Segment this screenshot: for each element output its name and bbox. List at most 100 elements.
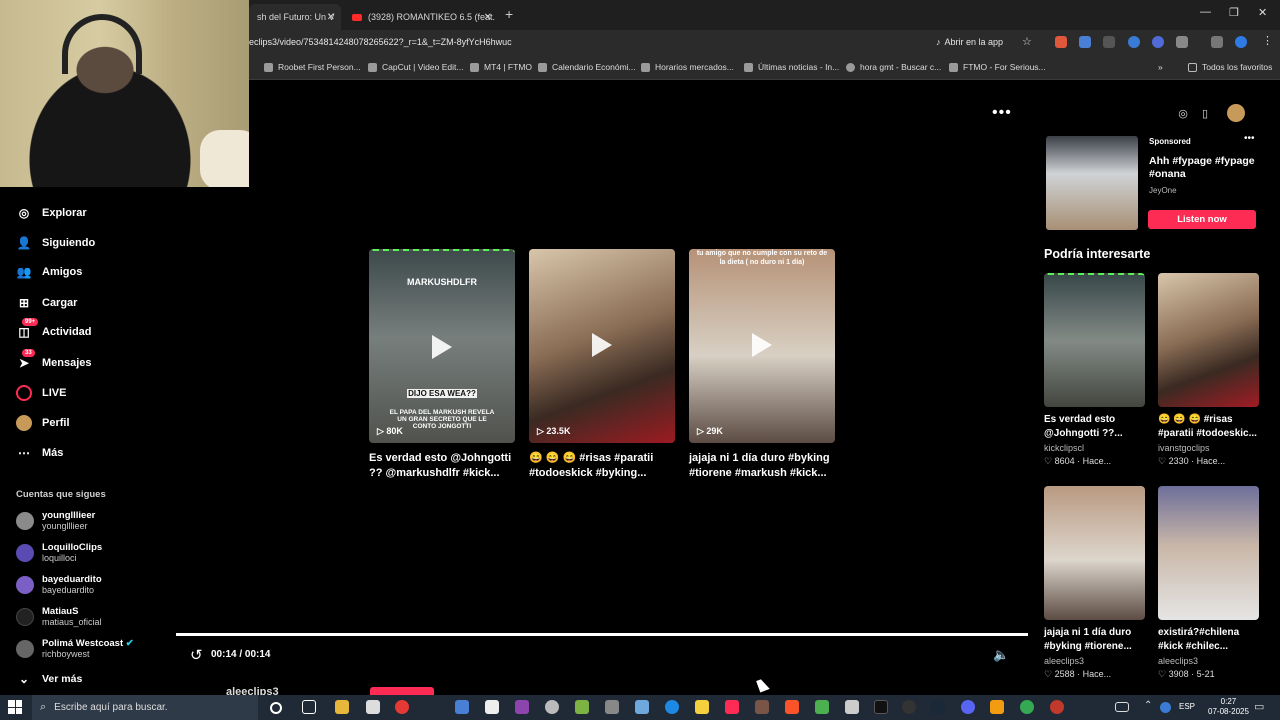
sidebar-item-amigos[interactable]: 👥 Amigos: [16, 264, 83, 280]
minecraft-icon[interactable]: [815, 700, 829, 714]
app-icon[interactable]: [755, 700, 769, 714]
followed-account[interactable]: Polimá Westcoast ✔ richboywest: [16, 638, 134, 660]
video-thumbnail[interactable]: [1158, 273, 1259, 407]
opera-icon[interactable]: [395, 700, 409, 714]
avatar[interactable]: [1227, 104, 1245, 122]
copilot-icon[interactable]: [455, 700, 469, 714]
sponsored-thumbnail[interactable]: [1046, 136, 1138, 230]
sidebar-item-explorar[interactable]: ◎ Explorar: [16, 205, 87, 221]
listen-now-button[interactable]: Listen now: [1148, 210, 1256, 229]
sticky-notes-icon[interactable]: [695, 700, 709, 714]
bookmark[interactable]: CapCut | Video Edit...: [368, 62, 463, 72]
video-caption[interactable]: 😄 😄 😄 #risas #paratii #todoeskick #bykin…: [529, 451, 679, 481]
app-icon[interactable]: [635, 700, 649, 714]
file-explorer-icon[interactable]: [335, 700, 349, 714]
video-thumbnail[interactable]: MARKUSHDLFR DIJO ESA WEA?? EL PAPA DEL M…: [369, 249, 515, 443]
video-author[interactable]: aleeclips3: [1044, 656, 1145, 666]
recommended-video[interactable]: Es verdad esto @Johngotti ??... kickclip…: [1044, 273, 1145, 467]
sidebar-item-cargar[interactable]: ⊞ Cargar: [16, 295, 78, 311]
video-card[interactable]: tu amigo que no cumple con su reto de la…: [689, 249, 835, 481]
video-card[interactable]: MARKUSHDLFR DIJO ESA WEA?? EL PAPA DEL M…: [369, 249, 515, 481]
notepad-icon[interactable]: [366, 700, 380, 714]
twitch-icon[interactable]: [515, 700, 529, 714]
chrome-icon[interactable]: [1020, 700, 1034, 714]
video-card[interactable]: ▷ 23.5K 😄 😄 😄 #risas #paratii #todoeskic…: [529, 249, 675, 481]
network-icon[interactable]: [1160, 702, 1171, 713]
url-field[interactable]: eclips3/video/7534814248078265622?_r=1&_…: [249, 37, 512, 47]
task-view-icon[interactable]: [302, 700, 316, 714]
video-author[interactable]: kickclipscl: [1044, 443, 1145, 453]
bookmark[interactable]: MT4 | FTMO: [470, 62, 532, 72]
notifications-icon[interactable]: ▭: [1254, 700, 1264, 713]
taskbar-search[interactable]: ⌕ Escribe aquí para buscar.: [32, 695, 258, 720]
phone-icon[interactable]: ▯: [1196, 104, 1214, 122]
translate-icon[interactable]: [1079, 36, 1091, 48]
steam-icon[interactable]: [931, 700, 945, 714]
app-icon[interactable]: [845, 700, 859, 714]
extension-icon[interactable]: [1152, 36, 1164, 48]
bookmark[interactable]: hora gmt - Buscar c...: [846, 62, 941, 72]
open-in-app-button[interactable]: ♪ Abrir en la app: [930, 34, 1009, 50]
more-options-icon[interactable]: •••: [992, 104, 1012, 122]
app-icon[interactable]: [1050, 700, 1064, 714]
video-caption[interactable]: Es verdad esto @Johngotti ??...: [1044, 413, 1145, 441]
app-icon[interactable]: [990, 700, 1004, 714]
extension-icon[interactable]: [1103, 36, 1115, 48]
video-caption[interactable]: Es verdad esto @Johngotti ?? @markushdlf…: [369, 451, 519, 481]
video-caption[interactable]: existirá?#chilena #kick #chilec...: [1158, 626, 1259, 654]
sidebar-item-live[interactable]: LIVE: [16, 385, 66, 401]
star-icon[interactable]: ☆: [1022, 35, 1032, 48]
windows-start-icon[interactable]: [8, 700, 22, 714]
bookmarks-overflow-icon[interactable]: »: [1158, 62, 1163, 72]
video-caption[interactable]: 😄 😄 😄 #risas #paratii #todoeskic...: [1158, 413, 1259, 441]
followed-account[interactable]: younglllieer younglllieer: [16, 510, 95, 532]
recommended-video[interactable]: jajaja ni 1 día duro #byking #tiorene...…: [1044, 486, 1145, 680]
clock[interactable]: 0:27 07-08-2025: [1208, 697, 1249, 717]
app-icon[interactable]: [575, 700, 589, 714]
all-favorites[interactable]: Todos los favoritos: [1188, 62, 1272, 72]
video-thumbnail[interactable]: ▷ 23.5K: [529, 249, 675, 443]
settings-icon[interactable]: [545, 700, 559, 714]
sponsored-title[interactable]: Ahh #fypage #fypage #onana: [1149, 155, 1259, 181]
compass-icon[interactable]: ◎: [1174, 104, 1192, 122]
document-icon[interactable]: [485, 700, 499, 714]
recommended-video[interactable]: existirá?#chilena #kick #chilec... aleec…: [1158, 486, 1259, 680]
browser-tab[interactable]: (3928) ROMANTIKEO 6.5 (feat. ✕: [344, 4, 498, 30]
recommended-video[interactable]: 😄 😄 😄 #risas #paratii #todoeskic... ivan…: [1158, 273, 1259, 467]
app-icon[interactable]: [665, 700, 679, 714]
followed-account[interactable]: LoquilloClips loquilloci: [16, 542, 102, 564]
bookmark[interactable]: Horarios mercados...: [641, 62, 734, 72]
tiktok-icon[interactable]: [874, 700, 888, 714]
video-author[interactable]: ivanstgoclips: [1158, 443, 1259, 453]
app-icon[interactable]: [605, 700, 619, 714]
new-tab-button[interactable]: +: [505, 6, 513, 22]
cortana-icon[interactable]: [270, 702, 282, 714]
sidebar-item-perfil[interactable]: Perfil: [16, 415, 70, 431]
video-thumbnail[interactable]: [1158, 486, 1259, 620]
video-thumbnail[interactable]: tu amigo que no cumple con su reto de la…: [689, 249, 835, 443]
volume-icon[interactable]: 🔈: [993, 647, 1009, 663]
bookmark[interactable]: Últimas noticias - In...: [744, 62, 839, 72]
video-author[interactable]: aleeclips3: [1158, 656, 1259, 666]
minimize-icon[interactable]: —: [1200, 6, 1211, 18]
see-more-button[interactable]: ⌄ Ver más: [16, 671, 82, 687]
discord-icon[interactable]: [961, 700, 975, 714]
media-icon[interactable]: [1211, 36, 1223, 48]
followed-account[interactable]: MatiauS matiaus_oficial: [16, 606, 102, 628]
browser-tab[interactable]: sh del Futuro: Un V ✕: [249, 4, 341, 30]
restore-icon[interactable]: ❐: [1229, 6, 1239, 19]
video-caption[interactable]: jajaja ni 1 día duro #byking #tiorene...: [1044, 626, 1145, 654]
puzzle-icon[interactable]: [1176, 36, 1188, 48]
bookmark[interactable]: Calendario Económi...: [538, 62, 636, 72]
replay-icon[interactable]: ↺: [190, 646, 203, 664]
followed-account[interactable]: bayeduardito bayeduardito: [16, 574, 102, 596]
close-window-icon[interactable]: ✕: [1258, 6, 1267, 19]
video-thumbnail[interactable]: [1044, 486, 1145, 620]
chevron-up-icon[interactable]: ⌃: [1144, 700, 1152, 711]
vpn-icon[interactable]: [1128, 36, 1140, 48]
close-tab-icon[interactable]: ✕: [327, 12, 335, 23]
language-indicator[interactable]: ESP: [1179, 702, 1195, 711]
sidebar-item-actividad[interactable]: ◫ 99+ Actividad: [16, 318, 92, 340]
bookmark[interactable]: FTMO - For Serious...: [949, 62, 1046, 72]
video-progress-bar[interactable]: [176, 633, 1028, 636]
